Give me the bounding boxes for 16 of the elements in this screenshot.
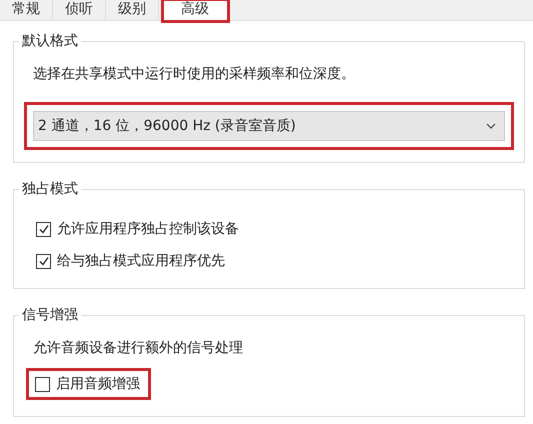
checkmark-icon [38, 223, 50, 235]
format-dropdown[interactable]: 2 通道，16 位，96000 Hz (录音室音质) [33, 111, 505, 141]
group-title: 独占模式 [19, 180, 81, 198]
group-title: 默认格式 [19, 32, 81, 50]
checkbox[interactable]: 给与独占模式应用程序优先 [32, 250, 229, 272]
checkmark-icon [38, 255, 50, 267]
description-text: 选择在共享模式中运行时使用的采样频率和位深度。 [33, 65, 356, 84]
tab[interactable]: 侦听 [53, 0, 106, 20]
tab[interactable]: 高级 [163, 0, 228, 21]
group-title: 信号增强 [19, 306, 81, 324]
checkbox[interactable]: 允许应用程序独占控制该设备 [32, 218, 243, 240]
tab[interactable]: 常规 [0, 0, 53, 20]
checkbox[interactable]: 启用音频增强 [26, 368, 151, 400]
description-text: 允许音频设备进行额外的信号处理 [33, 339, 244, 358]
chevron-down-icon [486, 123, 496, 129]
tab[interactable]: 级别 [106, 0, 159, 20]
